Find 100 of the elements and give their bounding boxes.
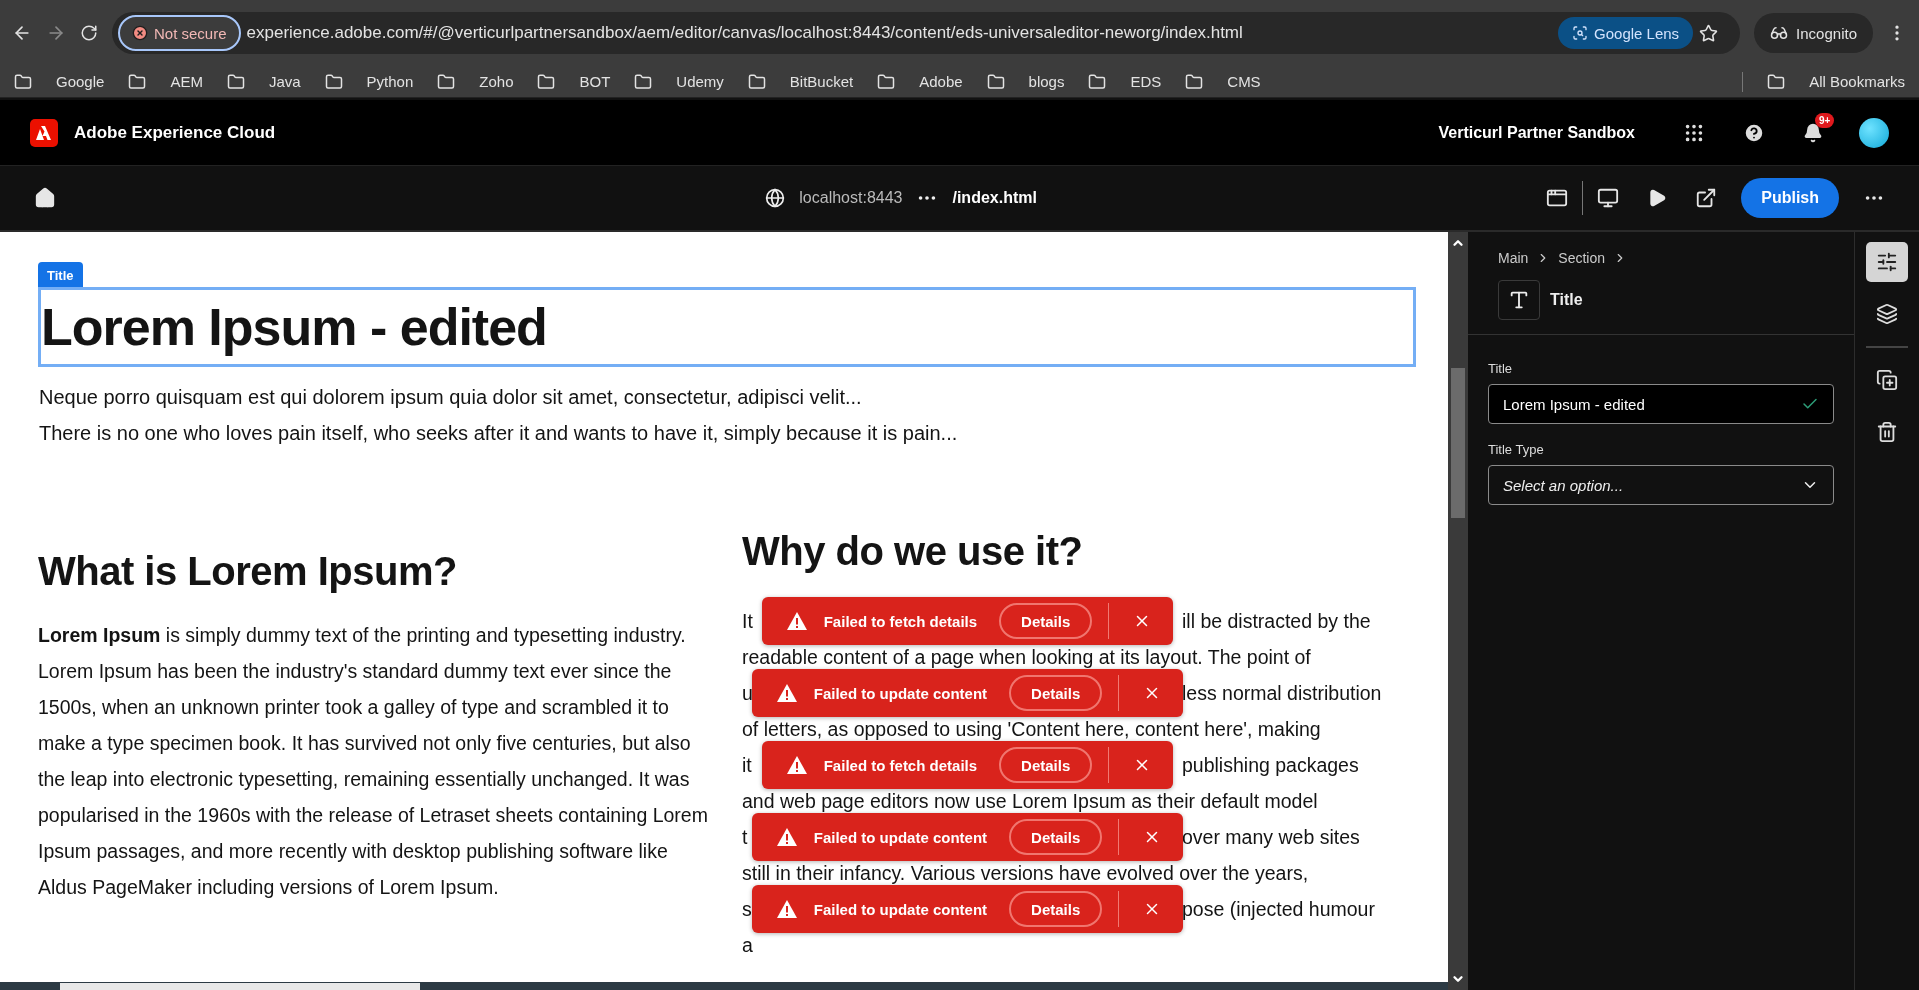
warning-icon: [775, 827, 798, 847]
breadcrumb-link[interactable]: Section: [1558, 250, 1606, 266]
details-button[interactable]: Details: [1009, 819, 1103, 855]
bookmark-link[interactable]: Udemy: [676, 73, 724, 90]
reload-icon[interactable]: [80, 24, 98, 42]
toast-message: Failed to fetch details: [823, 756, 978, 774]
warning-icon: [785, 611, 808, 631]
section-heading: What is Lorem Ipsum?: [38, 548, 458, 595]
text-line: still in their infancy. Various versions have evolved over the years,: [742, 861, 1310, 886]
bookmark-star-icon[interactable]: [1699, 23, 1719, 43]
folder-icon[interactable]: [437, 72, 456, 91]
folder-icon[interactable]: [1185, 72, 1204, 91]
bookmark-link[interactable]: Google: [56, 73, 105, 90]
toast-message: Failed to fetch details: [823, 612, 978, 630]
folder-icon[interactable]: [1767, 72, 1786, 91]
bookmark-link[interactable]: Adobe: [919, 73, 963, 90]
warning-icon: [775, 899, 798, 919]
details-button[interactable]: Details: [1009, 891, 1103, 927]
layers-icon: [1876, 303, 1898, 325]
toast-message: Failed to update content: [813, 900, 988, 918]
folder-icon[interactable]: [226, 72, 245, 91]
org-name[interactable]: Verticurl Partner Sandbox: [1438, 123, 1635, 142]
adobe-logo-icon: [30, 118, 58, 147]
title-field[interactable]: Lorem Ipsum - edited: [1488, 384, 1834, 424]
page-title[interactable]: Lorem Ipsum - edited: [38, 287, 1416, 367]
component-tag: Title: [38, 262, 83, 287]
text-fragment: over many web sites: [1182, 825, 1361, 850]
bookmark-link[interactable]: BOT: [579, 73, 611, 90]
text-fragment: publishing packages: [1182, 753, 1360, 778]
desktop-icon[interactable]: [1597, 187, 1620, 209]
folder-icon[interactable]: [634, 72, 653, 91]
text-fragment: ill be distracted by the: [1182, 609, 1372, 634]
field-label: Title: [1488, 361, 1514, 376]
warning-icon: [775, 683, 798, 703]
sliders-icon: [1876, 251, 1898, 273]
scrollbar-thumb[interactable]: [60, 983, 420, 990]
bookmark-link[interactable]: AEM: [170, 73, 203, 90]
bookmark-link[interactable]: EDS: [1130, 73, 1162, 90]
brand-name: Adobe Experience Cloud: [74, 122, 276, 143]
details-button[interactable]: Details: [999, 747, 1093, 783]
details-button[interactable]: Details: [999, 603, 1093, 639]
title-type-select[interactable]: Select an option...: [1488, 465, 1834, 505]
glasses-icon: [1770, 24, 1789, 42]
bookmark-link[interactable]: CMS: [1227, 73, 1261, 90]
body-paragraph: Lorem Ipsum is simply dummy text of the printing and typesetting industry. Lorem Ipsum has been the industry's standard dummy text ever since the 1500s, when an unknown printer took a galley of type and scrambled it to make a type specimen book. It has survived not only five centuries, but also the leap into electronic typesetting, remaining essentially unchanged. It was popularised in the 1960s with the release of Letraset sheets containing Lorem Ipsum passages, and more recently with desktop publishing software like Aldus PageMaker including versions of Lorem Ipsum.: [38, 623, 708, 900]
error-icon: [132, 25, 148, 41]
folder-icon[interactable]: [877, 72, 896, 91]
bookmark-link[interactable]: blogs: [1028, 73, 1065, 90]
globe-icon: [765, 188, 786, 208]
field-label: Title Type: [1488, 442, 1545, 457]
bookmark-link[interactable]: All Bookmarks: [1809, 73, 1905, 90]
scrollbar[interactable]: [1448, 232, 1468, 990]
text-fragment: u: [742, 682, 753, 704]
text-fragment: a: [742, 934, 753, 956]
avatar[interactable]: [1859, 117, 1889, 148]
text-line: and web page editors now use Lorem Ipsum as their default model: [742, 789, 1319, 814]
open-external-icon[interactable]: [1695, 187, 1718, 209]
folder-icon[interactable]: [986, 72, 1005, 91]
details-button[interactable]: Details: [1009, 675, 1103, 711]
folder-icon[interactable]: [1088, 72, 1107, 91]
bookmark-link[interactable]: BitBucket: [789, 73, 854, 90]
folder-icon[interactable]: [128, 72, 147, 91]
window-settings-icon[interactable]: [1546, 187, 1569, 209]
folder-icon[interactable]: [324, 72, 343, 91]
properties-button[interactable]: [1866, 242, 1908, 282]
text-fragment: less normal distribution: [1182, 681, 1383, 706]
trash-icon: [1876, 421, 1898, 443]
bookmark-link[interactable]: Python: [366, 73, 414, 90]
home-icon[interactable]: [34, 187, 56, 209]
folder-icon[interactable]: [537, 72, 556, 91]
lens-button[interactable]: Google Lens: [1558, 17, 1694, 49]
text-line: of letters, as opposed to using 'Content here, content here', making: [742, 717, 1322, 742]
lens-icon: [1572, 25, 1589, 41]
warning-icon: [785, 755, 808, 775]
text-fragment: s: [742, 898, 752, 920]
breadcrumb-link[interactable]: Main: [1498, 250, 1529, 266]
text-fragment: pose (injected humour: [1182, 897, 1376, 922]
folder-icon[interactable]: [14, 72, 32, 91]
copy-add-icon: [1876, 369, 1898, 391]
security-chip[interactable]: Not secure: [118, 15, 241, 51]
url-text: experience.adobe.com/#/@verticurlpartnersandbox/aem/editor/canvas/localhost:8443/content/eds-universaleditor-neworg/index.html: [246, 23, 1244, 43]
play-icon[interactable]: [1647, 188, 1668, 208]
notification-badge: 9+: [1815, 112, 1835, 128]
address-bar[interactable]: Not secure experience.adobe.com/#/@verticurlpartnersandbox/aem/editor/canvas/localhost:8443/content/eds-universaleditor-neworg/index.html Google Lens: [112, 12, 1741, 54]
folder-icon[interactable]: [747, 72, 766, 91]
text-fragment: t: [742, 826, 748, 848]
publish-button[interactable]: Publish: [1741, 178, 1839, 218]
help-icon[interactable]: [1743, 121, 1765, 144]
text-fragment: it: [742, 754, 752, 776]
component-name: Title: [1550, 291, 1583, 309]
page-path: /index.html: [952, 189, 1037, 207]
text-type-icon: [1498, 280, 1540, 320]
profile-button[interactable]: Incognito: [1754, 13, 1873, 53]
bookmark-link[interactable]: Zoho: [479, 73, 514, 90]
scrollbar-thumb[interactable]: [1451, 368, 1465, 518]
toast-message: Failed to update content: [813, 684, 988, 702]
bell-icon[interactable]: [1803, 122, 1823, 143]
text-line: readable content of a page when looking at its layout. The point of: [742, 645, 1312, 670]
bookmark-link[interactable]: Java: [268, 73, 301, 90]
host-text: localhost:8443: [799, 189, 903, 207]
